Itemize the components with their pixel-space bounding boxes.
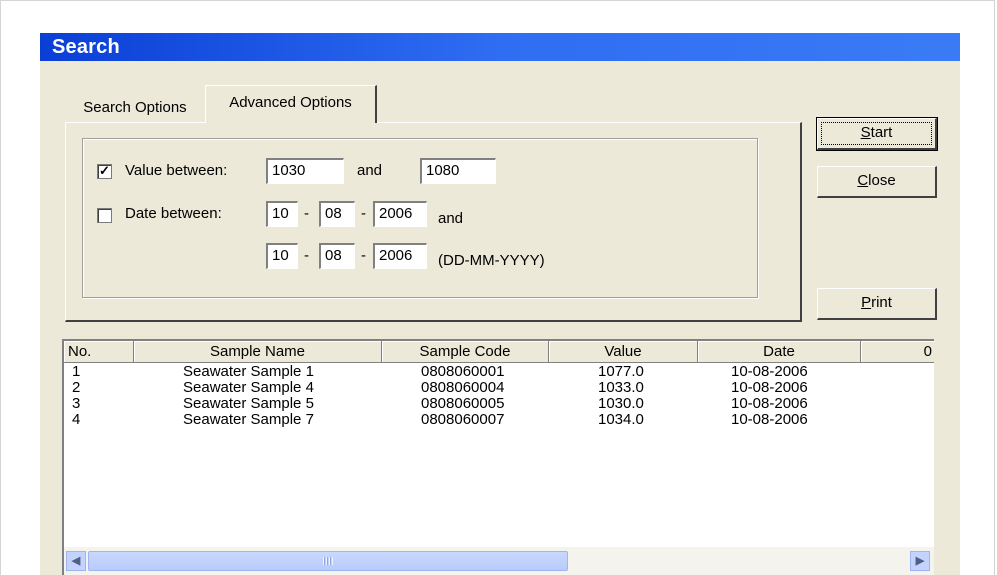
column-header-no[interactable]: No. [64, 341, 134, 363]
close-label: lose [868, 172, 896, 189]
column-header-date[interactable]: Date [698, 341, 861, 363]
scrollbar-thumb[interactable] [88, 551, 568, 571]
close-mnemonic: C [857, 172, 869, 189]
date-to-day-input[interactable]: 10 [266, 243, 298, 269]
cell-sample-name: Seawater Sample 1 [183, 363, 314, 380]
date-from-month-input[interactable]: 08 [319, 201, 355, 227]
cell-sample-code: 0808060005 [421, 395, 505, 412]
cell-sample-name: Seawater Sample 7 [183, 411, 314, 428]
tab-search-options[interactable]: Search Options [65, 93, 205, 123]
value-from-input[interactable]: 1030 [266, 158, 344, 184]
cell-sample-code: 0808060004 [421, 379, 505, 396]
column-header-sample-name[interactable]: Sample Name [134, 341, 382, 363]
tab-advanced-options[interactable]: Advanced Options [205, 85, 377, 123]
date-from-day-input[interactable]: 10 [266, 201, 298, 227]
cell-no: 1 [72, 363, 81, 380]
cell-value: 1077.0 [598, 363, 644, 380]
cell-no: 2 [72, 379, 81, 396]
cell-value: 1030.0 [598, 395, 644, 412]
scroll-right-arrow-icon[interactable]: ▶ [910, 551, 930, 571]
date-and-label: and [438, 210, 464, 227]
results-listview[interactable]: No. Sample Name Sample Code Value Date 0… [62, 339, 934, 575]
focus-rectangle [821, 122, 932, 145]
title-bar[interactable]: Search [40, 33, 960, 61]
cell-value: 1034.0 [598, 411, 644, 428]
column-header-value[interactable]: Value [549, 341, 698, 363]
date-from-year-input[interactable]: 2006 [373, 201, 427, 227]
column-header-overflow[interactable]: 0 [861, 341, 934, 363]
cell-sample-name: Seawater Sample 4 [183, 379, 314, 396]
date-separator: - [361, 247, 366, 264]
cell-date: 10-08-2006 [731, 411, 808, 428]
cell-sample-code: 0808060001 [421, 363, 505, 380]
value-between-checkbox[interactable]: ✓ [97, 164, 112, 179]
date-to-month-input[interactable]: 08 [319, 243, 355, 269]
grip-icon [323, 557, 333, 565]
listview-header: No. Sample Name Sample Code Value Date 0 [64, 341, 934, 363]
date-separator: - [304, 205, 309, 222]
date-to-year-input[interactable]: 2006 [373, 243, 427, 269]
horizontal-scrollbar[interactable]: ◀ ▶ [64, 547, 934, 575]
date-format-hint: (DD-MM-YYYY) [438, 252, 545, 269]
window-title: Search [52, 36, 120, 58]
date-separator: - [304, 247, 309, 264]
date-between-checkbox[interactable] [97, 208, 112, 223]
value-and-label: and [357, 162, 383, 179]
cell-sample-name: Seawater Sample 5 [183, 395, 314, 412]
cell-no: 4 [72, 411, 81, 428]
cell-date: 10-08-2006 [731, 395, 808, 412]
date-separator: - [361, 205, 366, 222]
cell-no: 3 [72, 395, 81, 412]
print-mnemonic: P [861, 294, 872, 311]
checkmark-icon: ✓ [99, 163, 110, 178]
value-to-input[interactable]: 1080 [420, 158, 496, 184]
cell-sample-code: 0808060007 [421, 411, 505, 428]
print-label: rint [871, 294, 892, 311]
search-dialog: Search Search Options Advanced Options ✓… [40, 33, 960, 575]
print-button[interactable]: Print [817, 288, 937, 320]
cell-value: 1033.0 [598, 379, 644, 396]
cell-date: 10-08-2006 [731, 379, 808, 396]
date-between-label: Date between: [125, 205, 222, 222]
scroll-left-arrow-icon[interactable]: ◀ [66, 551, 86, 571]
column-header-sample-code[interactable]: Sample Code [382, 341, 549, 363]
close-button[interactable]: Close [817, 166, 937, 198]
cell-date: 10-08-2006 [731, 363, 808, 380]
value-between-label: Value between: [125, 162, 228, 179]
start-button[interactable]: Start [816, 117, 938, 151]
